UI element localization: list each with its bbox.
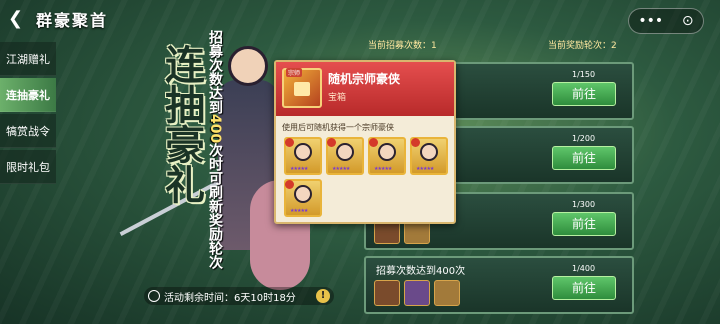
star-rating: ★★★★★ (416, 166, 434, 172)
reward-item[interactable] (404, 280, 430, 306)
clock-icon (148, 290, 160, 302)
sidebar-item-limited-pack[interactable]: 限时礼包 (0, 150, 56, 184)
hero-face (294, 185, 312, 203)
sidebar: 江湖赠礼 连抽豪礼 犒赏战令 限时礼包 (0, 42, 56, 186)
star-rating: ★★★★★ (290, 208, 308, 214)
sidebar-item-jianghu-gift[interactable]: 江湖赠礼 (0, 42, 56, 76)
hero-portrait[interactable]: ★★★★★ (410, 137, 448, 175)
milestone-card: 招募次数达到400次 1/400 前往 (364, 256, 634, 314)
faction-icon (369, 138, 378, 147)
star-rating: ★★★★★ (332, 166, 350, 172)
top-bar: ❮ 群豪聚首 (0, 0, 720, 38)
timer-label: 活动剩余时间： (164, 292, 234, 304)
info-icon[interactable]: ! (316, 289, 330, 303)
card-title: 招募次数达到400次 (376, 266, 466, 277)
star-rating: ★★★★★ (374, 166, 392, 172)
faction-icon (285, 180, 294, 189)
mini-program-capsule: ••• ⊙ (628, 8, 704, 34)
reward-item[interactable] (374, 280, 400, 306)
draw-count: 当前招募次数：1 (368, 41, 437, 51)
more-icon[interactable]: ••• (638, 13, 663, 29)
go-button[interactable]: 前往 (552, 146, 616, 170)
banner-calligraphy: 连抽豪礼 (158, 44, 204, 204)
reward-item[interactable] (434, 280, 460, 306)
reward-round: 当前奖励轮次：2 (548, 41, 617, 51)
card-progress: 1/300 (572, 200, 596, 209)
star-rating: ★★★★★ (290, 166, 308, 172)
close-icon[interactable]: ⊙ (682, 13, 694, 29)
card-progress: 1/150 (572, 70, 596, 79)
page-title: 群豪聚首 (36, 11, 109, 30)
reward-list (374, 280, 460, 306)
back-arrow-icon[interactable]: ❮ (8, 9, 28, 29)
hero-list: ★★★★★ ★★★★★ ★★★★★ ★★★★★ ★★★★★ (284, 137, 454, 217)
card-progress: 1/200 (572, 134, 596, 143)
hero-portrait[interactable]: ★★★★★ (284, 137, 322, 175)
banner-description: 招募次数达到400次时可刷新奖励轮次 (207, 30, 223, 270)
go-button[interactable]: 前往 (552, 82, 616, 106)
sidebar-item-draw-gift[interactable]: 连抽豪礼 (0, 78, 56, 112)
item-name: 随机宗师豪侠 (328, 72, 401, 86)
hero-portrait[interactable]: ★★★★★ (284, 179, 322, 217)
faction-icon (327, 138, 336, 147)
popup-header: 宗师 随机宗师豪侠 宝箱 (276, 62, 454, 116)
go-button[interactable]: 前往 (552, 212, 616, 236)
timer-value: 6天10时18分 (234, 292, 296, 304)
hero-portrait[interactable]: ★★★★★ (326, 137, 364, 175)
faction-icon (285, 138, 294, 147)
hero-face (294, 143, 312, 161)
hero-portrait[interactable]: ★★★★★ (368, 137, 406, 175)
item-tooltip-popup: 宗师 随机宗师豪侠 宝箱 使用后可随机获得一个宗师豪侠 ★★★★★ ★★★★★ … (274, 60, 456, 224)
hero-face (420, 143, 438, 161)
event-timer: 活动剩余时间： 6天10时18分 ! (144, 287, 334, 305)
hero-head (228, 46, 268, 86)
item-description: 使用后可随机获得一个宗师豪侠 (282, 123, 394, 132)
sidebar-item-battle-pass[interactable]: 犒赏战令 (0, 114, 56, 148)
item-type: 宝箱 (328, 93, 347, 103)
card-progress: 1/400 (572, 264, 596, 273)
hero-face (336, 143, 354, 161)
hero-face (378, 143, 396, 161)
faction-icon (411, 138, 420, 147)
go-button[interactable]: 前往 (552, 276, 616, 300)
item-tag: 宗师 (286, 68, 303, 77)
